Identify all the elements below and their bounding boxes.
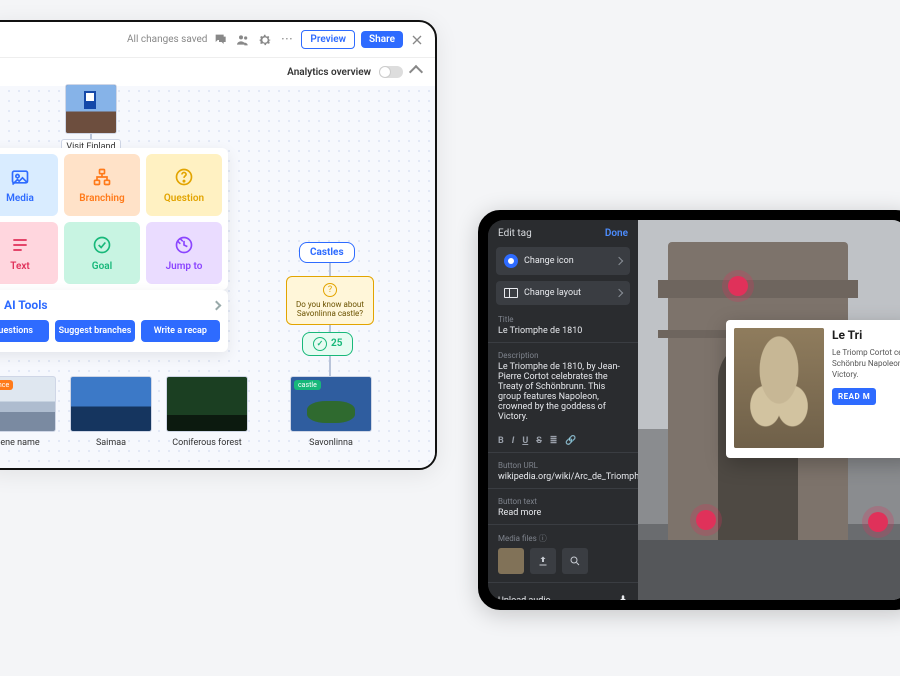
ai-chip-recap[interactable]: Write a recap — [141, 320, 220, 342]
buttontext-field[interactable]: Read more — [488, 506, 638, 525]
save-status: All changes saved — [127, 34, 207, 45]
url-field-label: Button URL — [488, 457, 638, 470]
scene-thumb: entrance — [0, 376, 56, 432]
editor-tablet: All changes saved ··· Preview Share Anal… — [0, 20, 437, 470]
search-media-button[interactable] — [562, 548, 588, 574]
scene-label: Saimaa — [70, 438, 152, 448]
analytics-toggle[interactable] — [379, 66, 403, 78]
ai-chip-branches[interactable]: Suggest branches — [55, 320, 134, 342]
chevron-right-icon — [615, 257, 623, 265]
description-field-label: Description — [488, 347, 638, 360]
element-jump[interactable]: Jump to — [146, 222, 222, 284]
scene-badge: castle — [294, 380, 321, 390]
title-field-label: Title — [488, 311, 638, 324]
question-node[interactable]: Do you know about Savonlinna castle? — [286, 276, 374, 325]
chevron-right-icon — [615, 289, 623, 297]
rte-list-icon[interactable]: ≣ — [550, 436, 558, 446]
element-text[interactable]: Text — [0, 222, 58, 284]
upload-media-button[interactable] — [530, 548, 556, 574]
sidebar-title: Edit tag — [498, 228, 532, 239]
mic-icon — [618, 593, 628, 600]
scene-card[interactable]: entrance Scene name — [0, 376, 56, 448]
rte-bold-icon[interactable]: B — [498, 436, 504, 446]
scene-badge: entrance — [0, 380, 13, 390]
layout-icon — [504, 288, 518, 298]
media-field-label: Media files ⓘ — [488, 529, 638, 544]
popup-read-more-button[interactable]: READ M — [832, 388, 876, 405]
hotspot-marker[interactable] — [728, 276, 748, 296]
element-branching[interactable]: Branching — [64, 154, 140, 216]
popup-image — [734, 328, 824, 448]
change-layout-button[interactable]: Change layout — [496, 281, 630, 305]
hotspot-marker[interactable] — [696, 510, 716, 530]
scene-card[interactable]: castle Savonlinna — [290, 376, 372, 448]
more-icon[interactable]: ··· — [279, 32, 295, 48]
scene-label: Scene name — [0, 438, 56, 448]
settings-icon[interactable] — [257, 32, 273, 48]
info-popup: Le Tri Le Triomp Cortot ce Schönbru Napo… — [726, 320, 900, 458]
url-field[interactable]: wikipedia.org/wiki/Arc_de_Triomphe — [488, 470, 638, 489]
edit-tag-sidebar: Edit tag Done Change icon Change layout … — [488, 220, 638, 600]
root-scene-node[interactable]: Visit Finland — [46, 84, 136, 155]
popup-body: Le Triomp Cortot ce Schönbru Napoleon Vi… — [832, 348, 900, 380]
preview-button[interactable]: Preview — [301, 30, 355, 49]
goal-node[interactable]: 25 — [302, 332, 353, 356]
scene-label: Coniferous forest — [166, 438, 248, 448]
ai-tools-header[interactable]: AI Tools — [0, 298, 220, 312]
element-palette: Media Branching Question Text Goal Jump … — [0, 148, 228, 290]
title-field[interactable]: Le Triomphe de 1810 — [488, 324, 638, 343]
media-thumb[interactable] — [498, 548, 524, 574]
scene-thumb — [166, 376, 248, 432]
chevron-right-icon — [212, 300, 222, 310]
question-icon — [323, 283, 337, 297]
ai-tools-panel: AI Tools e questions Suggest branches Wr… — [0, 290, 228, 352]
element-question[interactable]: Question — [146, 154, 222, 216]
rte-link-icon[interactable]: 🔗 — [565, 436, 576, 446]
media-row — [488, 544, 638, 582]
editor-topbar: All changes saved ··· Preview Share — [0, 22, 435, 58]
richtext-toolbar: B I U S ≣ 🔗 — [488, 432, 638, 453]
comments-icon[interactable] — [213, 32, 229, 48]
ai-chip-questions[interactable]: e questions — [0, 320, 49, 342]
upload-audio-button[interactable]: Upload audio — [488, 582, 638, 600]
scene-thumb: castle — [290, 376, 372, 432]
buttontext-field-label: Button text — [488, 493, 638, 506]
description-field[interactable]: Le Triomphe de 1810, by Jean-Pierre Cort… — [488, 360, 638, 428]
analytics-label: Analytics overview — [287, 67, 371, 78]
info-icon[interactable]: ⓘ — [539, 534, 547, 543]
collaborators-icon[interactable] — [235, 32, 251, 48]
hotspot-marker[interactable] — [868, 512, 888, 532]
rte-underline-icon[interactable]: U — [522, 436, 528, 446]
tag-color-icon — [504, 254, 518, 268]
share-button[interactable]: Share — [361, 31, 403, 48]
popup-title: Le Tri — [832, 328, 900, 342]
scene-thumb — [70, 376, 152, 432]
rte-strike-icon[interactable]: S — [536, 436, 542, 446]
chevron-up-icon[interactable] — [409, 65, 423, 79]
scene-label: Savonlinna — [290, 438, 372, 448]
connector — [329, 354, 331, 376]
change-icon-button[interactable]: Change icon — [496, 247, 630, 275]
editor-canvas[interactable]: Visit Finland Media Branching Question T… — [0, 86, 435, 468]
rte-italic-icon[interactable]: I — [512, 436, 515, 446]
scene-viewport[interactable]: Le Tri Le Triomp Cortot ce Schönbru Napo… — [638, 220, 900, 600]
done-button[interactable]: Done — [605, 228, 628, 239]
scene-card[interactable]: Saimaa — [70, 376, 152, 448]
viewer-tablet: Le Tri Le Triomp Cortot ce Schönbru Napo… — [478, 210, 900, 610]
close-icon[interactable] — [409, 32, 425, 48]
element-media[interactable]: Media — [0, 154, 58, 216]
root-scene-thumb — [65, 84, 117, 134]
scene-card[interactable]: Coniferous forest — [166, 376, 248, 448]
branching-head-node[interactable]: Castles — [299, 242, 355, 263]
scenes-row: entrance Scene name Saimaa Coniferous fo… — [0, 376, 248, 448]
analytics-bar: Analytics overview — [0, 58, 435, 86]
element-goal[interactable]: Goal — [64, 222, 140, 284]
